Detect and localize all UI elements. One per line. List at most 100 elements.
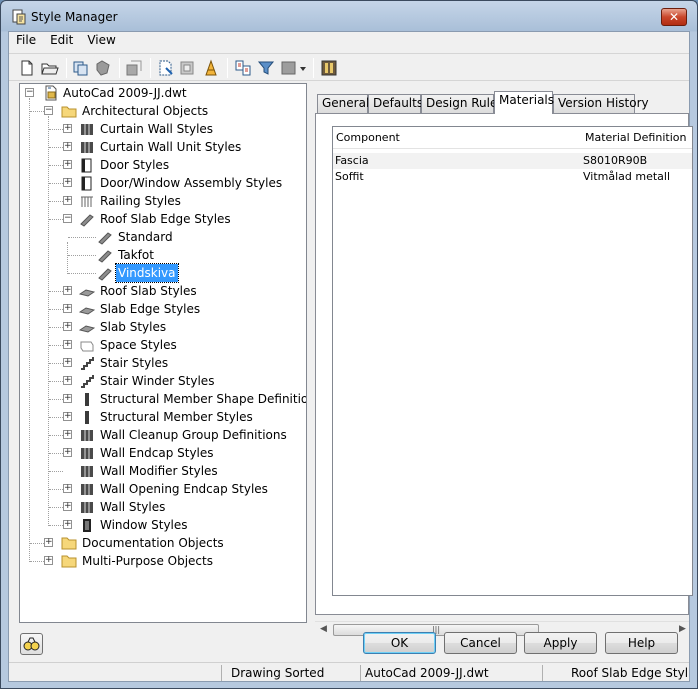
help-button[interactable]: Help — [605, 632, 678, 654]
edit-style-icon[interactable] — [125, 59, 143, 77]
ok-button[interactable]: OK — [363, 632, 436, 654]
expand-icon[interactable]: + — [63, 304, 72, 313]
tree-item-roof-slab-edge-styles[interactable]: − Roof Slab Edge Styles — [20, 210, 306, 228]
tree-item-wall-cleanup-group-definitions[interactable]: + Wall Cleanup Group Definitions — [20, 426, 306, 444]
tree-item-architectural-objects[interactable]: − Architectural Objects — [20, 102, 306, 120]
tree-guide — [49, 435, 63, 436]
title-bar[interactable]: Style Manager ✕ — [1, 1, 697, 31]
materials-table[interactable]: Component Material Definition Fascia S80… — [332, 126, 693, 596]
material-definition-cell[interactable]: Vitmålad metall — [583, 170, 670, 183]
column-header-component[interactable]: Component — [336, 131, 400, 144]
help-icon[interactable] — [320, 59, 338, 77]
tree-item-vindskiva[interactable]: Vindskiva — [20, 263, 306, 283]
table-row[interactable]: Fascia S8010R90B — [333, 153, 692, 169]
menu-edit[interactable]: Edit — [43, 32, 80, 50]
filter-icon[interactable] — [257, 59, 275, 77]
expand-icon[interactable]: + — [63, 448, 72, 457]
expand-icon[interactable]: + — [63, 196, 72, 205]
tree-item-curtain-wall-styles[interactable]: + Curtain Wall Styles — [20, 120, 306, 138]
expand-icon[interactable]: + — [63, 124, 72, 133]
inline-edit-icon[interactable] — [280, 59, 298, 77]
column-header-material-definition[interactable]: Material Definition — [585, 131, 686, 144]
tab-materials[interactable]: Materials — [494, 91, 554, 114]
expand-icon[interactable]: + — [63, 412, 72, 421]
expand-icon[interactable]: + — [63, 340, 72, 349]
expand-icon[interactable]: + — [63, 322, 72, 331]
tree-item-root[interactable]: − AutoCad 2009-JJ.dwt — [20, 84, 306, 102]
tree-guide — [49, 453, 63, 454]
tree-item-slab-styles[interactable]: + Slab Styles — [20, 318, 306, 336]
status-style-type: Roof Slab Edge Styl — [571, 666, 687, 680]
sort-icon[interactable] — [234, 59, 252, 77]
tree-item-railing-styles[interactable]: + Railing Styles — [20, 192, 306, 210]
tree-item-slab-edge-styles[interactable]: + Slab Edge Styles — [20, 300, 306, 318]
space-style-icon — [80, 341, 94, 352]
paste-icon[interactable] — [94, 59, 112, 77]
tree-item-wall-styles[interactable]: + Wall Styles — [20, 498, 306, 516]
scroll-right-icon[interactable]: ▶ — [679, 624, 686, 634]
expand-icon[interactable]: + — [63, 430, 72, 439]
tree-item-stair-winder-styles[interactable]: + Stair Winder Styles — [20, 372, 306, 390]
tree-item-multi-purpose-objects[interactable]: + Multi-Purpose Objects — [20, 552, 306, 570]
tab-design-rules[interactable]: Design Rules — [421, 94, 504, 113]
purge-icon[interactable] — [157, 59, 175, 77]
open-drawing-icon[interactable] — [41, 59, 59, 77]
expand-icon[interactable]: + — [63, 286, 72, 295]
tree-item-structural-member-shape-definitions[interactable]: + Structural Member Shape Definitions — [20, 390, 306, 408]
tree-item-door-window-assembly-styles[interactable]: + Door/Window Assembly Styles — [20, 174, 306, 192]
collapse-icon[interactable]: − — [25, 88, 34, 97]
tree-item-wall-opening-endcap-styles[interactable]: + Wall Opening Endcap Styles — [20, 480, 306, 498]
collapse-icon[interactable]: − — [44, 106, 53, 115]
copy-icon[interactable] — [72, 59, 90, 77]
tree-item-stair-styles[interactable]: + Stair Styles — [20, 354, 306, 372]
tab-version-history[interactable]: Version History — [553, 94, 649, 113]
tree-item-takfot[interactable]: Takfot — [20, 246, 306, 264]
tree-item-standard[interactable]: Standard — [20, 228, 306, 246]
new-drawing-icon[interactable] — [18, 59, 36, 77]
tree-item-wall-endcap-styles[interactable]: + Wall Endcap Styles — [20, 444, 306, 462]
expand-icon[interactable]: + — [63, 394, 72, 403]
component-cell: Soffit — [335, 170, 364, 183]
toggle-view-icon[interactable] — [179, 59, 197, 77]
tree-item-space-styles[interactable]: + Space Styles — [20, 336, 306, 354]
expand-icon[interactable]: + — [63, 160, 72, 169]
expand-icon[interactable]: + — [44, 556, 53, 565]
expand-icon[interactable]: + — [63, 358, 72, 367]
expand-icon[interactable]: + — [63, 520, 72, 529]
style-icon[interactable] — [202, 59, 220, 77]
tree-item-structural-member-styles[interactable]: + Structural Member Styles — [20, 408, 306, 426]
tree-item-curtain-wall-unit-styles[interactable]: + Curtain Wall Unit Styles — [20, 138, 306, 156]
tree-item-documentation-objects[interactable]: + Documentation Objects — [20, 534, 306, 552]
chevron-down-icon[interactable] — [298, 59, 308, 77]
apply-button[interactable]: Apply — [524, 632, 597, 654]
tree-item-window-styles[interactable]: + Window Styles — [20, 516, 306, 534]
tree-item-wall-modifier-styles[interactable]: Wall Modifier Styles — [20, 462, 306, 480]
member-style-icon — [85, 393, 89, 406]
style-tree[interactable]: − AutoCad 2009-JJ.dwt − Architectural Ob… — [19, 83, 307, 623]
collapse-icon[interactable]: − — [63, 214, 72, 223]
table-row[interactable]: Soffit Vitmålad metall — [333, 169, 692, 185]
expand-icon[interactable]: + — [63, 502, 72, 511]
tab-general[interactable]: General — [317, 94, 369, 113]
scroll-left-icon[interactable]: ◀ — [320, 624, 327, 634]
menu-file[interactable]: File — [9, 32, 43, 50]
display-manager-button[interactable] — [20, 633, 43, 655]
tree-item-door-styles[interactable]: + Door Styles — [20, 156, 306, 174]
tree-item-label: Curtain Wall Styles — [100, 122, 214, 136]
tree-item-label: Roof Slab Edge Styles — [100, 212, 231, 226]
menu-view[interactable]: View — [80, 32, 122, 50]
close-button[interactable]: ✕ — [661, 8, 687, 26]
tree-item-label: Multi-Purpose Objects — [82, 554, 213, 568]
tab-defaults[interactable]: Defaults — [368, 94, 423, 113]
tree-item-label: Space Styles — [100, 338, 177, 352]
slab-style-icon — [79, 289, 95, 297]
expand-icon[interactable]: + — [63, 376, 72, 385]
wall-style-icon — [81, 448, 93, 459]
material-definition-cell[interactable]: S8010R90B — [583, 154, 647, 167]
tree-item-roof-slab-styles[interactable]: + Roof Slab Styles — [20, 282, 306, 300]
expand-icon[interactable]: + — [63, 178, 72, 187]
expand-icon[interactable]: + — [63, 484, 72, 493]
expand-icon[interactable]: + — [63, 142, 72, 151]
expand-icon[interactable]: + — [44, 538, 53, 547]
cancel-button[interactable]: Cancel — [444, 632, 517, 654]
